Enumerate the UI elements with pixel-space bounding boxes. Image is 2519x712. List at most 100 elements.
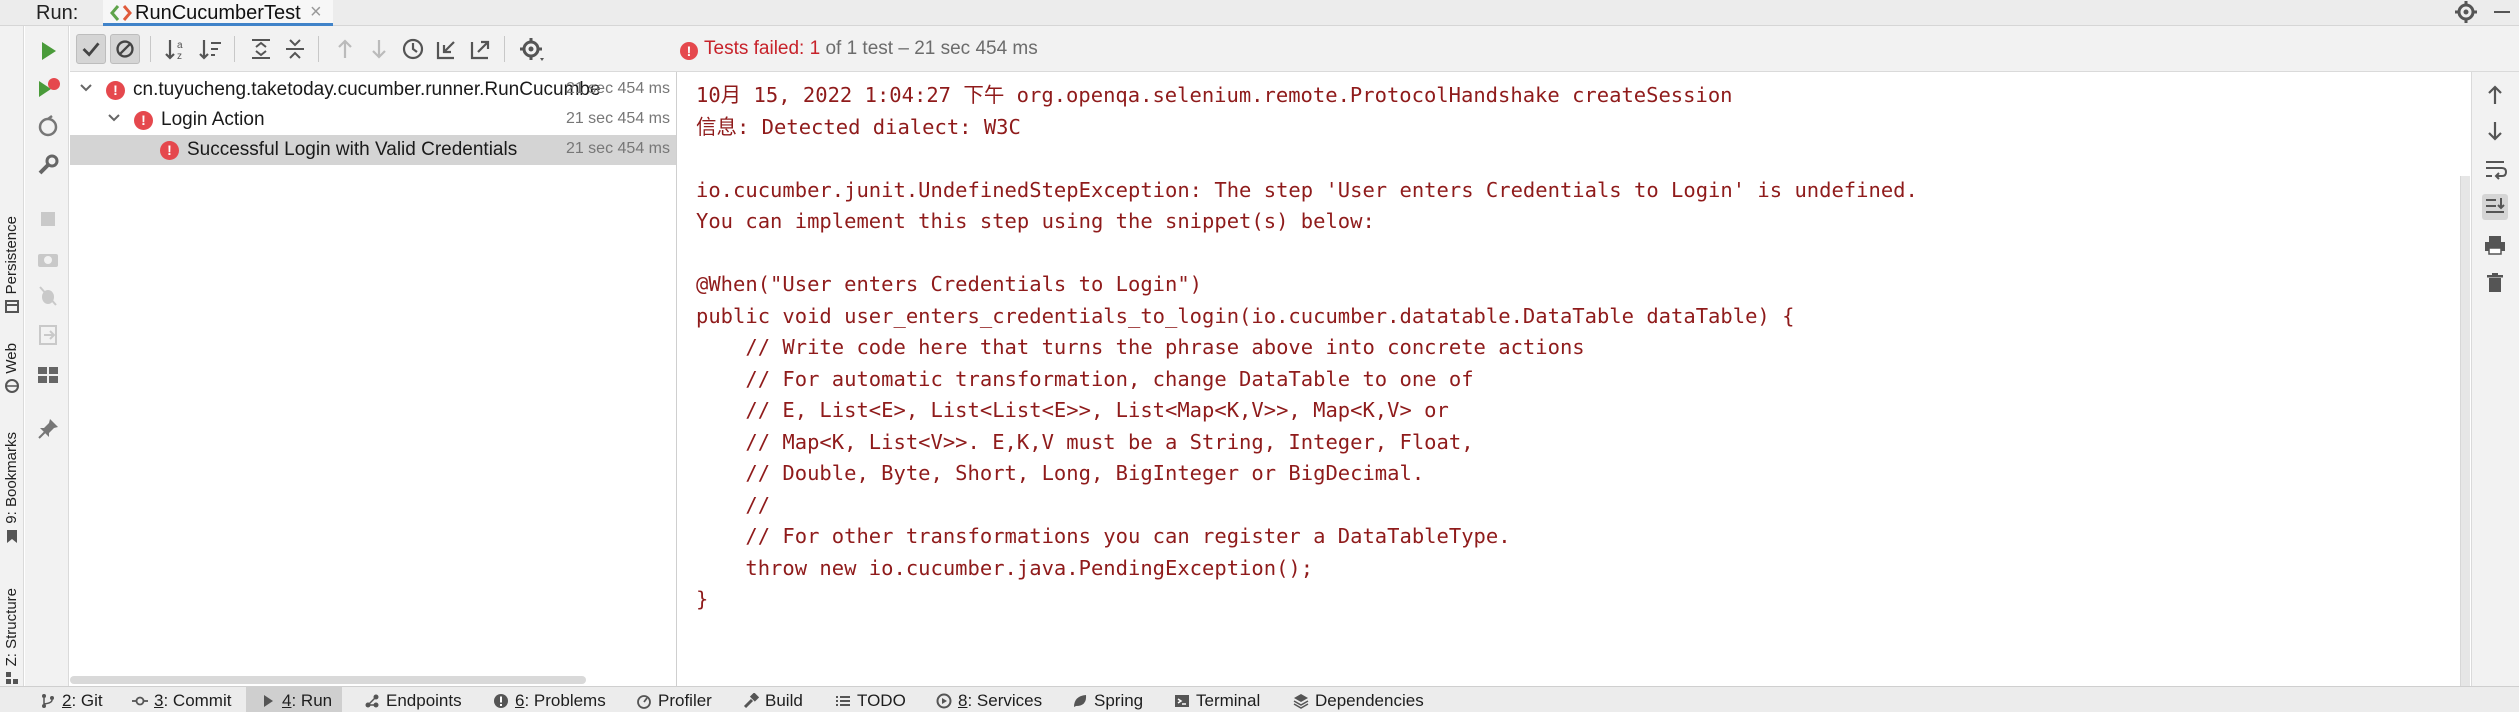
export-tests-icon[interactable] xyxy=(466,34,496,64)
rerun-icon[interactable] xyxy=(35,38,61,64)
status-separator: – xyxy=(893,38,915,59)
minimize-icon[interactable] xyxy=(2488,0,2516,24)
bottom-tab-dependencies[interactable]: Dependencies xyxy=(1293,687,1424,712)
gear-icon[interactable] xyxy=(2452,0,2480,24)
chevron-down-icon[interactable] xyxy=(106,110,122,126)
status-prefix: Tests failed: xyxy=(704,38,810,59)
tab-run-cucumber-test[interactable]: RunCucumberTest × xyxy=(103,0,333,26)
print-icon[interactable] xyxy=(2482,232,2508,258)
arrow-up-icon[interactable] xyxy=(2482,82,2508,108)
services-icon xyxy=(936,693,952,709)
bottom-tab-label: Terminal xyxy=(1196,691,1261,710)
stripe-tab-structure[interactable]: Z: Structure xyxy=(0,566,24,688)
console-line: // Write code here that turns the phrase… xyxy=(696,335,1585,359)
tree-row-scenario[interactable]: ! Successful Login with Valid Credential… xyxy=(70,135,676,165)
tree-row-feature[interactable]: ! Login Action 21 sec 454 ms xyxy=(70,105,676,135)
console-line: 信息: Detected dialect: W3C xyxy=(696,114,1021,139)
scroll-to-end-icon[interactable] xyxy=(2482,194,2508,220)
status-duration: 21 sec 454 ms xyxy=(914,38,1038,59)
left-tool-stripe: Persistence Web 9: Bookmarks Z: Structur… xyxy=(0,26,24,686)
soft-wrap-icon[interactable] xyxy=(2482,156,2508,182)
test-history-icon[interactable] xyxy=(398,34,428,64)
tree-row-label: Successful Login with Valid Credentials xyxy=(187,139,518,160)
console-vertical-scrollbar[interactable] xyxy=(2460,176,2470,686)
bottom-tab-run[interactable]: 4: Run xyxy=(246,687,343,712)
test-runner-toolbar: az ! Tests failed: 1 of 1 test – 21 sec 4… xyxy=(70,26,2519,72)
endpoints-icon xyxy=(365,694,379,708)
cucumber-icon xyxy=(110,5,132,21)
run-tool-window-header: Run: RunCucumberTest × xyxy=(0,0,2519,26)
collapse-all-icon[interactable] xyxy=(280,34,310,64)
svg-text:a: a xyxy=(177,40,183,51)
console-line: // For automatic transformation, change … xyxy=(696,366,1474,391)
problems-icon xyxy=(494,694,508,708)
error-icon: ! xyxy=(680,42,698,60)
stop-icon[interactable] xyxy=(35,206,61,232)
layout-icon[interactable] xyxy=(35,362,61,388)
bottom-tab-todo[interactable]: TODO xyxy=(835,687,906,712)
chevron-down-icon[interactable] xyxy=(78,80,94,96)
pin-icon[interactable] xyxy=(35,416,61,442)
console-line: 10月 15, 2022 1:04:27 下午 org.openqa.selen… xyxy=(696,83,1733,107)
camera-icon[interactable] xyxy=(35,246,61,272)
toolbar-separator xyxy=(504,36,505,62)
bottom-tab-services[interactable]: 8: Services xyxy=(936,687,1042,712)
terminal-icon xyxy=(1175,695,1189,707)
toolbar-separator xyxy=(150,36,151,62)
bottom-tab-label: : Git xyxy=(71,691,103,710)
bottom-tab-problems[interactable]: 6: Problems xyxy=(493,687,606,712)
tree-row-duration: 21 sec 454 ms xyxy=(565,80,670,97)
bottom-tab-label: : Commit xyxy=(163,691,232,710)
console-line: // xyxy=(696,492,771,517)
wrench-icon[interactable] xyxy=(35,152,61,178)
console-line: // For other transformations you can reg… xyxy=(696,524,1511,548)
commit-icon xyxy=(132,696,148,706)
structure-icon xyxy=(6,672,18,684)
stripe-tab-persistence[interactable]: Persistence xyxy=(0,156,24,316)
tree-row-test-class[interactable]: ! cn.tuyucheng.taketoday.cucumber.runner… xyxy=(70,75,676,105)
next-failed-icon[interactable] xyxy=(364,34,394,64)
console-line: // Double, Byte, Short, Long, BigInteger… xyxy=(696,461,1425,485)
import-tests-icon[interactable] xyxy=(432,34,462,64)
previous-failed-icon[interactable] xyxy=(330,34,360,64)
console-output[interactable]: 10月 15, 2022 1:04:27 下午 org.openqa.selen… xyxy=(678,72,2470,686)
stripe-label: Z: Structure xyxy=(3,587,20,666)
stripe-tab-bookmarks[interactable]: 9: Bookmarks xyxy=(0,411,24,546)
console-actions-column xyxy=(2471,72,2519,686)
show-ignored-icon[interactable] xyxy=(110,34,140,64)
console-line: public void user_enters_credentials_to_l… xyxy=(696,303,1795,328)
bottom-tab-git[interactable]: 2: Git xyxy=(40,687,103,712)
arrow-down-icon[interactable] xyxy=(2482,118,2508,144)
bottom-tab-label: Spring xyxy=(1094,691,1144,710)
spring-icon xyxy=(1074,695,1087,707)
stripe-label: Persistence xyxy=(3,215,20,294)
exit-icon[interactable] xyxy=(35,322,61,348)
error-icon: ! xyxy=(106,81,125,100)
toolbar-separator xyxy=(234,36,235,62)
stripe-tab-web[interactable]: Web xyxy=(0,316,24,396)
run-icon xyxy=(264,695,273,707)
rerun-failed-icon[interactable] xyxy=(35,76,61,102)
sort-by-duration-icon[interactable] xyxy=(196,34,226,64)
bottom-tab-profiler[interactable]: Profiler xyxy=(636,687,712,712)
bottom-tab-endpoints[interactable]: Endpoints xyxy=(364,687,462,712)
toolbar-separator xyxy=(318,36,319,62)
bottom-tab-spring[interactable]: Spring xyxy=(1072,687,1143,712)
bottom-tab-terminal[interactable]: Terminal xyxy=(1174,687,1260,712)
close-icon[interactable]: × xyxy=(310,1,322,24)
tree-horizontal-scrollbar[interactable] xyxy=(70,676,586,684)
sort-alphabetically-icon[interactable]: az xyxy=(162,34,192,64)
trash-icon[interactable] xyxy=(2482,270,2508,296)
todo-icon xyxy=(836,696,850,706)
dependencies-icon xyxy=(1293,694,1309,709)
expand-all-icon[interactable] xyxy=(246,34,276,64)
bottom-tab-build[interactable]: Build xyxy=(743,687,803,712)
failed-count: 1 xyxy=(809,38,821,59)
toggle-auto-test-icon[interactable] xyxy=(35,114,61,140)
show-passed-icon[interactable] xyxy=(76,34,106,64)
run-actions-column xyxy=(25,26,69,686)
settings-gear-icon[interactable] xyxy=(516,34,546,64)
bottom-tab-commit[interactable]: 3: Commit xyxy=(132,687,231,712)
svg-text:z: z xyxy=(177,51,182,62)
debug-disabled-icon[interactable] xyxy=(35,282,61,308)
